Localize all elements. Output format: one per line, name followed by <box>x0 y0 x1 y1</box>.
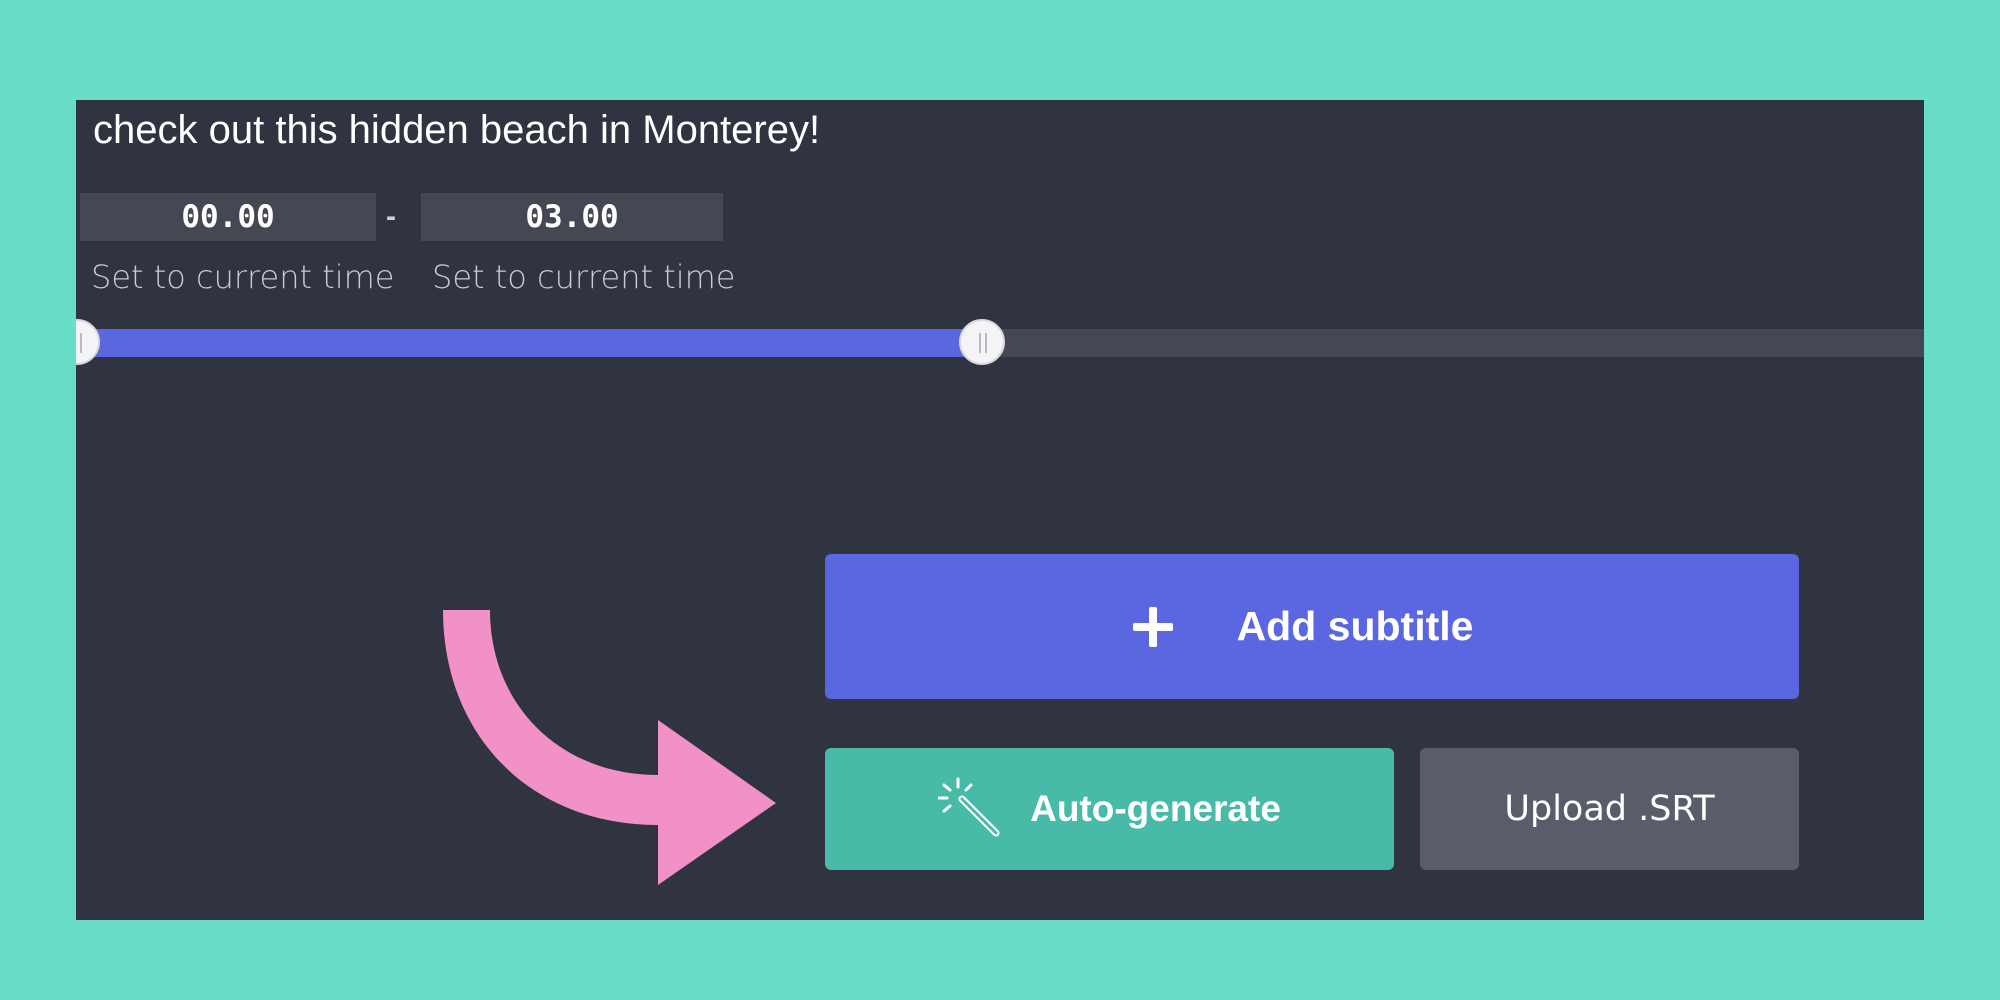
grip-icon <box>984 333 987 353</box>
subtitle-editor-panel: check out this hidden beach in Monterey!… <box>76 100 1924 920</box>
auto-generate-button[interactable]: Auto-generate <box>825 748 1394 870</box>
magic-wand-icon <box>938 777 1000 837</box>
start-time-input[interactable] <box>80 193 376 241</box>
range-start-handle[interactable] <box>76 319 100 365</box>
upload-srt-button[interactable]: Upload .SRT <box>1420 748 1799 870</box>
timeline-range-selection <box>76 329 982 357</box>
set-end-current-time-link[interactable]: Set to current time <box>432 258 735 296</box>
end-time-input[interactable] <box>421 193 723 241</box>
grip-icon <box>978 333 981 353</box>
time-separator: - <box>386 200 396 233</box>
subtitle-text[interactable]: check out this hidden beach in Monterey! <box>93 108 820 153</box>
upload-srt-label: Upload .SRT <box>1504 789 1715 829</box>
auto-generate-label: Auto-generate <box>1030 788 1281 829</box>
set-start-current-time-link[interactable]: Set to current time <box>91 258 394 296</box>
range-end-handle[interactable] <box>958 319 1005 365</box>
add-subtitle-label: Add subtitle <box>1236 603 1474 649</box>
add-subtitle-button[interactable]: Add subtitle <box>825 554 1799 699</box>
grip-icon <box>80 333 82 353</box>
plus-icon <box>1132 606 1173 647</box>
